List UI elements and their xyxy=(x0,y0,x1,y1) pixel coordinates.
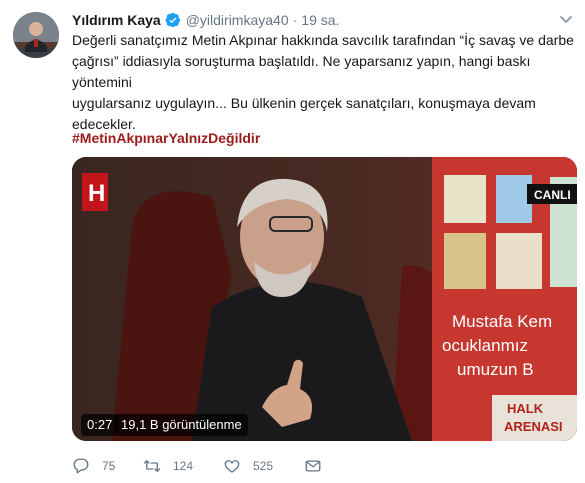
reply-count: 75 xyxy=(102,459,116,473)
direct-message-button[interactable] xyxy=(304,457,344,475)
verified-icon xyxy=(165,12,180,28)
tweet-text: Değerli sanatçımız Metin Akpınar hakkınd… xyxy=(72,30,577,135)
video-frame: Mustafa Kem ocuklanmız umuzun B CANLI HA… xyxy=(72,157,577,441)
author-avatar[interactable] xyxy=(13,12,59,58)
retweet-button[interactable]: 124 xyxy=(143,457,223,475)
program-name-line: ARENASI xyxy=(504,419,563,434)
tweet-header: Yıldırım Kaya @yildirimkaya40 · 19 sa. xyxy=(72,11,339,29)
author-handle[interactable]: @yildirimkaya40 xyxy=(186,12,289,28)
like-button[interactable]: 525 xyxy=(223,457,304,475)
channel-logo: H xyxy=(88,180,105,207)
reply-button[interactable]: 75 xyxy=(72,457,143,475)
video-view-count: 19,1 B görüntülenme xyxy=(115,414,248,436)
tweet-timestamp[interactable]: 19 sa. xyxy=(301,12,339,28)
banner-text-line: ocuklanmız xyxy=(442,336,528,355)
retweet-count: 124 xyxy=(173,459,194,473)
reply-icon xyxy=(73,458,89,474)
banner-text-line: Mustafa Kem xyxy=(452,312,552,331)
tweet-text-line: çağrısı” iddiasıyla soruşturma başlatıld… xyxy=(72,53,531,90)
tweet-actions: 75 124 525 xyxy=(72,455,344,477)
retweet-icon xyxy=(143,460,161,472)
like-icon xyxy=(224,460,240,473)
video-player[interactable]: Mustafa Kem ocuklanmız umuzun B CANLI HA… xyxy=(72,157,577,441)
author-name[interactable]: Yıldırım Kaya xyxy=(72,12,161,28)
banner-text-line: umuzun B xyxy=(457,360,534,379)
tweet-text-line: Değerli sanatçımız Metin Akpınar hakkınd… xyxy=(72,32,574,48)
program-name-line: HALK xyxy=(507,401,544,416)
live-badge: CANLI xyxy=(534,188,571,202)
header-separator: · xyxy=(292,12,298,28)
author-avatar-image xyxy=(13,12,59,58)
caret-down-icon[interactable] xyxy=(560,15,572,25)
hashtag-link[interactable]: #MetinAkpınarYalnızDeğildir xyxy=(72,128,260,148)
tweet-text-line: uygularsanız uygulayın... Bu ülkenin ger… xyxy=(72,95,536,111)
message-icon xyxy=(305,460,321,472)
video-duration: 0:27 xyxy=(81,414,119,436)
like-count: 525 xyxy=(253,459,274,473)
